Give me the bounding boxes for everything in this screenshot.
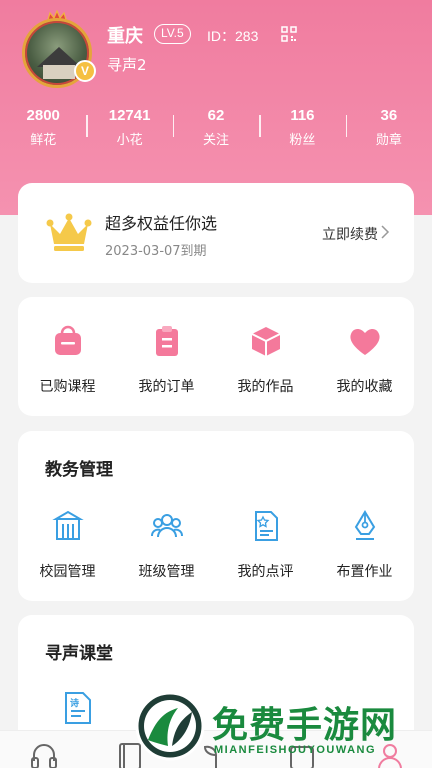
stat-value: 12741 bbox=[108, 107, 151, 124]
stat-fans[interactable]: 116 粉丝 bbox=[259, 105, 345, 153]
stat-label: 粉丝 bbox=[289, 133, 316, 148]
quick-link-label: 已购课程 bbox=[39, 379, 96, 395]
heart-icon bbox=[349, 328, 380, 355]
section-title: 教务管理 bbox=[45, 460, 113, 480]
renew-button[interactable]: 立即续费 bbox=[322, 224, 378, 244]
stat-label: 小花 bbox=[116, 133, 143, 148]
edu-item-label: 班级管理 bbox=[138, 564, 195, 580]
vip-card[interactable]: 超多权益任你选 2023-03-07到期 立即续费 bbox=[18, 183, 414, 283]
bag-icon bbox=[54, 325, 81, 355]
group-icon bbox=[150, 514, 183, 538]
pen-nib-icon bbox=[354, 510, 375, 540]
section-title: 寻声课堂 bbox=[45, 644, 113, 664]
edu-assign-homework[interactable]: 布置作业 bbox=[315, 509, 414, 581]
edu-management-card: 教务管理 校园管理 班级管理 我的点评 布置作业 bbox=[18, 431, 414, 601]
edu-item-label: 布置作业 bbox=[336, 564, 393, 580]
stat-value: 2800 bbox=[26, 107, 60, 124]
avatar[interactable]: V bbox=[18, 10, 96, 88]
edu-my-reviews[interactable]: 我的点评 bbox=[216, 509, 315, 581]
stats-row: 2800 鲜花 12741 小花 62 关注 116 粉丝 36 勋章 bbox=[0, 105, 432, 153]
stat-small-flowers[interactable]: 12741 小花 bbox=[86, 105, 172, 153]
crown-icon bbox=[46, 213, 92, 251]
verified-badge: V bbox=[74, 60, 96, 82]
stat-value: 116 bbox=[290, 107, 315, 124]
stat-label: 勋章 bbox=[375, 133, 402, 148]
edu-campus-management[interactable]: 校园管理 bbox=[18, 509, 117, 581]
stat-flowers[interactable]: 2800 鲜花 bbox=[0, 105, 86, 153]
stat-label: 鲜花 bbox=[30, 133, 57, 148]
user-subtitle: 寻声2 bbox=[107, 56, 147, 74]
watermark-title: 免费手游网 bbox=[212, 705, 398, 746]
classroom-item-poem[interactable]: 诗 bbox=[63, 691, 93, 725]
edu-class-management[interactable]: 班级管理 bbox=[117, 509, 216, 581]
stat-medals[interactable]: 36 勋章 bbox=[345, 105, 432, 153]
building-icon bbox=[51, 510, 84, 540]
headphones-icon[interactable] bbox=[30, 741, 58, 768]
stat-value: 62 bbox=[207, 107, 225, 124]
watermark-logo-icon bbox=[135, 691, 205, 761]
quick-link-label: 我的收藏 bbox=[336, 379, 393, 395]
qr-code-icon[interactable] bbox=[281, 26, 297, 42]
edu-item-label: 校园管理 bbox=[39, 564, 96, 580]
poem-label: 诗 bbox=[70, 699, 80, 709]
quick-link-my-favorites[interactable]: 我的收藏 bbox=[315, 324, 414, 396]
chevron-right-icon bbox=[381, 225, 390, 239]
quick-link-my-orders[interactable]: 我的订单 bbox=[117, 324, 216, 396]
quick-links-card: 已购课程 我的订单 我的作品 我的收藏 bbox=[18, 297, 414, 416]
vip-title: 超多权益任你选 bbox=[105, 214, 218, 233]
stat-label: 关注 bbox=[203, 133, 230, 148]
review-icon bbox=[254, 511, 278, 541]
box-icon bbox=[251, 327, 280, 356]
quick-link-label: 我的作品 bbox=[237, 379, 294, 395]
quick-link-label: 我的订单 bbox=[138, 379, 195, 395]
stat-value: 36 bbox=[380, 107, 398, 124]
edu-item-label: 我的点评 bbox=[237, 564, 294, 580]
quick-link-my-works[interactable]: 我的作品 bbox=[216, 324, 315, 396]
user-name: 重庆 bbox=[107, 26, 143, 47]
stat-following[interactable]: 62 关注 bbox=[172, 105, 259, 153]
level-badge: LV.5 bbox=[154, 24, 191, 44]
quick-link-purchased-courses[interactable]: 已购课程 bbox=[18, 324, 117, 396]
user-id: ID：283 bbox=[207, 28, 259, 44]
watermark-subtitle: MIANFEISHOUYOUWANG bbox=[214, 744, 377, 756]
clipboard-icon bbox=[155, 326, 178, 356]
vip-expiry: 2023-03-07到期 bbox=[105, 244, 207, 259]
watermark: 免费手游网 MIANFEISHOUYOUWANG bbox=[134, 690, 432, 768]
